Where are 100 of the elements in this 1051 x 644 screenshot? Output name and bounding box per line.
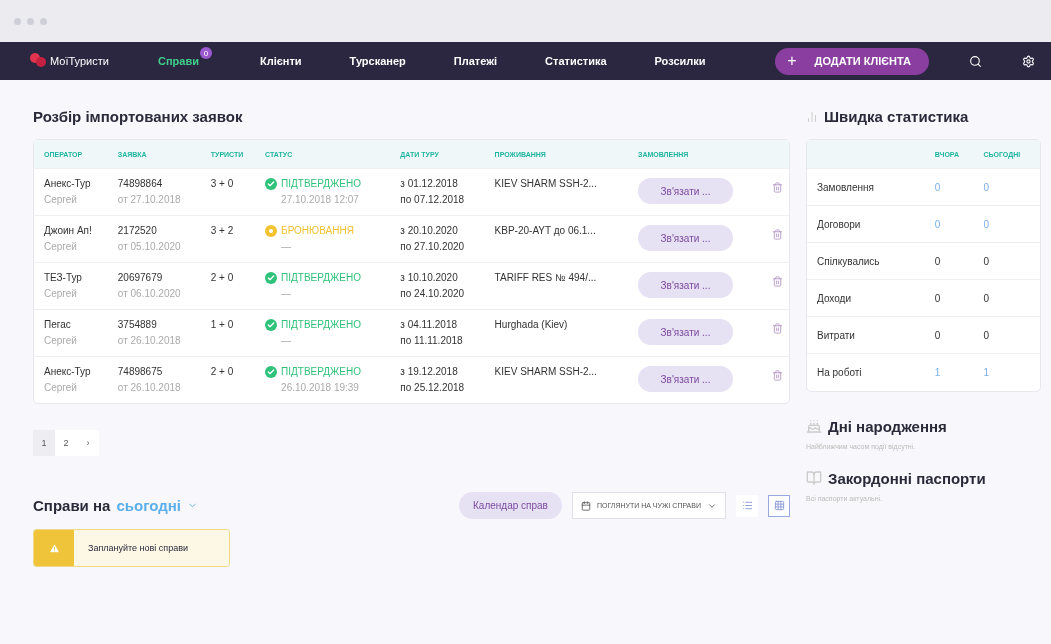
- list-view-icon[interactable]: [736, 494, 758, 517]
- nav-tab[interactable]: Справи: [158, 55, 199, 67]
- status-label: ПІДТВЕРДЖЕНО: [281, 271, 361, 285]
- link-button[interactable]: Зв'язати ...: [638, 319, 733, 345]
- order-date-cell-text: от 26.10.2018: [117, 334, 182, 348]
- page-button[interactable]: 1: [33, 430, 55, 456]
- page-button[interactable]: ›: [77, 430, 99, 456]
- status-label: ПІДТВЕРДЖЕНО: [281, 177, 361, 191]
- nav-tab[interactable]: Клієнти: [259, 55, 302, 67]
- add-client-button[interactable]: + ДОДАТИ КЛІЄНТА: [775, 47, 929, 75]
- operator-cell-text: ТЕЗ-Тур: [44, 271, 83, 285]
- chart-icon: [806, 110, 818, 123]
- operator-cell-text: Анекс-Тур: [44, 365, 92, 379]
- link-button[interactable]: Зв'язати ...: [638, 272, 733, 298]
- logo-text: МоїТуристи: [50, 55, 109, 67]
- tourists-cell-text: 3 + 0: [210, 177, 235, 191]
- link-button[interactable]: Зв'язати ...: [638, 225, 733, 251]
- hotel-cell-text: Hurghada (Kiev): [494, 318, 569, 332]
- page-button[interactable]: 2: [55, 430, 77, 456]
- order-date-cell-text: от 27.10.2018: [117, 193, 182, 207]
- section-title: Швидка статистика: [824, 108, 969, 125]
- status-date-cell-text: 26.10.2018 19:39: [280, 381, 360, 395]
- hotel-cell-text: KIEV SHARM SSH-2...: [494, 177, 598, 191]
- manager-cell-text: Сергей: [44, 193, 78, 207]
- section-title: Дні народження: [828, 417, 947, 435]
- count-badge: 0: [199, 47, 212, 59]
- order-cell-text: 20697679: [117, 271, 164, 285]
- operator-cell-text: Пегас: [44, 318, 72, 332]
- trash-icon[interactable]: [772, 182, 784, 193]
- link-button[interactable]: Зв'язати ...: [638, 178, 733, 204]
- calendar-icon: [580, 500, 591, 511]
- manager-cell-text: Сергей: [44, 287, 78, 301]
- section-title: Розбір імпортованих заявок: [33, 108, 244, 125]
- trash-icon[interactable]: [772, 229, 784, 240]
- warning-icon: [34, 530, 74, 566]
- date-from-cell-text: з 19.12.2018: [400, 365, 459, 379]
- order-date-cell-text: от 06.10.2020: [117, 287, 182, 301]
- date-to-cell-text: по 24.10.2020: [400, 287, 466, 301]
- date-from-cell-text: з 04.11.2018: [400, 318, 458, 332]
- order-cell-text: 3754889: [117, 318, 158, 332]
- link-button[interactable]: Зв'язати ...: [638, 366, 733, 392]
- manager-cell-text: Сергей: [44, 381, 78, 395]
- hotel-cell-text: TARIFF RES № 494/...: [494, 271, 598, 285]
- status-label: ПІДТВЕРДЖЕНО: [281, 318, 361, 332]
- operator-cell-text: Джоин Ап!: [44, 224, 93, 238]
- cake-icon: [806, 418, 822, 434]
- calendar-button[interactable]: Календар справ: [459, 492, 562, 519]
- nav-tab[interactable]: Платежі: [453, 55, 498, 67]
- search-icon[interactable]: [969, 54, 982, 68]
- manager-cell-text: Сергей: [44, 334, 78, 348]
- trash-icon[interactable]: [772, 370, 784, 381]
- stat-value: 0: [924, 279, 974, 317]
- logo-icon: [28, 52, 48, 70]
- stat-value: 0: [924, 242, 974, 280]
- trash-icon[interactable]: [772, 276, 784, 287]
- stat-label: Доходи: [807, 279, 925, 317]
- stat-value: 0: [973, 316, 1040, 354]
- status-date-cell-text: —: [280, 287, 293, 301]
- tourists-cell-text: 1 + 0: [210, 318, 235, 332]
- manager-cell-text: Сергей: [44, 240, 78, 254]
- order-cell-text: 74898675: [117, 365, 164, 379]
- trash-icon[interactable]: [772, 323, 784, 334]
- stat-label: Договори: [807, 205, 925, 243]
- date-from-cell-text: з 20.10.2020: [400, 224, 459, 238]
- status-label: БРОНЮВАННЯ: [281, 224, 354, 238]
- hotel-cell-text: KBP-20-AYT до 06.1...: [494, 224, 597, 238]
- order-date-cell-text: от 26.10.2018: [117, 381, 182, 395]
- date-from-cell-text: з 01.12.2018: [400, 177, 459, 191]
- order-cell-text: 74898864: [117, 177, 164, 191]
- alert-text: Заплануйте нові справи: [74, 530, 229, 566]
- date-to-cell-text: по 07.12.2018: [400, 193, 466, 207]
- status-date-cell-text: —: [280, 240, 293, 254]
- operator-cell-text: Анекс-Тур: [44, 177, 92, 191]
- date-to-cell-text: по 27.10.2020: [400, 240, 466, 254]
- order-date-cell-text: от 05.10.2020: [117, 240, 182, 254]
- nav-tab[interactable]: Статистика: [545, 55, 607, 67]
- stat-value: 0: [973, 242, 1040, 280]
- tourists-cell-text: 2 + 0: [210, 271, 235, 285]
- stat-label: На роботі: [807, 353, 925, 391]
- section-title: Справи на: [33, 497, 111, 514]
- grid-view-icon[interactable]: [768, 494, 790, 517]
- nav-tab[interactable]: Турсканер: [349, 55, 406, 67]
- stat-value: 0: [973, 279, 1040, 317]
- date-to-cell-text: по 11.11.2018: [400, 334, 464, 348]
- stat-label: Замовлення: [807, 168, 925, 206]
- tourists-cell-text: 2 + 0: [210, 365, 235, 379]
- passport-icon: [806, 470, 822, 486]
- stat-label: Витрати: [807, 316, 925, 354]
- order-cell-text: 2172520: [117, 224, 158, 238]
- status-label: ПІДТВЕРДЖЕНО: [281, 365, 361, 379]
- date-from-cell-text: з 10.10.2020: [400, 271, 459, 285]
- status-date-cell-text: 27.10.2018 12:07: [280, 193, 360, 207]
- hotel-cell-text: KIEV SHARM SSH-2...: [494, 365, 598, 379]
- section-title: Закордонні паспорти: [828, 469, 986, 487]
- stat-value: 0: [924, 316, 974, 354]
- nav-tab[interactable]: Розсилки: [654, 55, 706, 67]
- settings-icon[interactable]: [1022, 54, 1035, 68]
- status-date-cell-text: —: [280, 334, 293, 348]
- logo[interactable]: МоїТуристи: [28, 52, 158, 70]
- stat-label: Спілкувались: [807, 242, 925, 280]
